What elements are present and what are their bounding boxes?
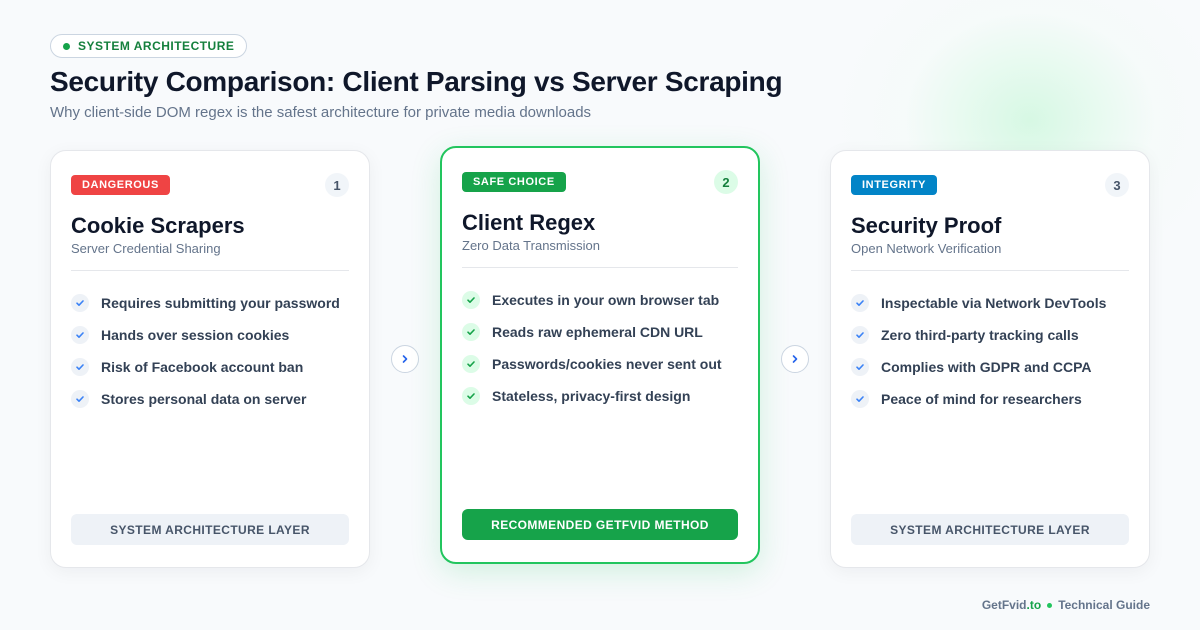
list-item-text: Zero third-party tracking calls (881, 327, 1079, 343)
list-item: Stateless, privacy-first design (462, 380, 738, 412)
list-item: Peace of mind for researchers (851, 383, 1129, 415)
check-icon (851, 358, 869, 376)
list-item: Zero third-party tracking calls (851, 319, 1129, 351)
page-title: Security Comparison: Client Parsing vs S… (50, 66, 783, 97)
brand-logo-text[interactable]: GetFvid.to (982, 598, 1041, 612)
list-item: Risk of Facebook account ban (71, 351, 349, 383)
list-item-text: Peace of mind for researchers (881, 391, 1082, 407)
check-icon (851, 390, 869, 408)
status-dot-icon (63, 42, 70, 50)
card-subtitle: Zero Data Transmission (462, 238, 600, 253)
page-subtitle: Why client-side DOM regex is the safest … (50, 104, 592, 121)
architecture-layer-button[interactable]: SYSTEM ARCHITECTURE LAYER (71, 514, 349, 545)
check-icon (462, 355, 480, 373)
list-item: Hands over session cookies (71, 319, 349, 351)
list-item-text: Executes in your own browser tab (492, 292, 720, 308)
section-pill-label: SYSTEM ARCHITECTURE (78, 39, 235, 53)
check-icon (71, 326, 89, 344)
card-divider (71, 270, 349, 271)
list-item: Executes in your own browser tab (462, 284, 738, 316)
card-title: Security Proof (851, 213, 1002, 238)
check-icon (851, 326, 869, 344)
list-item-text: Risk of Facebook account ban (101, 359, 304, 375)
list-item-text: Stores personal data on server (101, 391, 307, 407)
check-icon (462, 291, 480, 309)
check-icon (71, 294, 89, 312)
list-item-text: Stateless, privacy-first design (492, 388, 691, 404)
list-item-text: Passwords/cookies never sent out (492, 356, 722, 372)
card-security-proof: INTEGRITY 3 Security Proof Open Network … (830, 150, 1150, 568)
brand-tld: .to (1026, 598, 1042, 612)
dot-icon (1047, 602, 1053, 608)
recommended-method-button[interactable]: RECOMMENDED GETFVID METHOD (462, 509, 738, 540)
step-number: 2 (714, 170, 738, 194)
card-title: Cookie Scrapers (71, 213, 245, 238)
list-item: Passwords/cookies never sent out (462, 348, 738, 380)
check-icon (851, 294, 869, 312)
card-client-regex: SAFE CHOICE 2 Client Regex Zero Data Tra… (440, 146, 760, 564)
chevron-right-icon[interactable] (781, 345, 809, 373)
feature-list: Requires submitting your password Hands … (71, 287, 349, 415)
feature-list: Executes in your own browser tab Reads r… (462, 284, 738, 412)
list-item-text: Requires submitting your password (101, 295, 340, 311)
integrity-badge: INTEGRITY (851, 175, 938, 195)
guide-label: Technical Guide (1058, 598, 1150, 612)
chevron-right-icon[interactable] (391, 345, 419, 373)
brand-name: GetFvid (981, 598, 1027, 612)
section-pill: SYSTEM ARCHITECTURE (50, 34, 248, 58)
architecture-layer-button[interactable]: SYSTEM ARCHITECTURE LAYER (851, 514, 1129, 545)
list-item-text: Inspectable via Network DevTools (881, 295, 1107, 311)
check-icon (462, 387, 480, 405)
list-item-text: Hands over session cookies (101, 327, 290, 343)
card-subtitle: Open Network Verification (851, 241, 1002, 256)
safe-badge: SAFE CHOICE (462, 172, 566, 192)
feature-list: Inspectable via Network DevTools Zero th… (851, 287, 1129, 415)
card-cookie-scrapers: DANGEROUS 1 Cookie Scrapers Server Crede… (50, 150, 370, 568)
list-item: Complies with GDPR and CCPA (851, 351, 1129, 383)
list-item: Inspectable via Network DevTools (851, 287, 1129, 319)
check-icon (71, 358, 89, 376)
card-divider (462, 267, 738, 268)
list-item: Reads raw ephemeral CDN URL (462, 316, 738, 348)
check-icon (71, 390, 89, 408)
list-item-text: Reads raw ephemeral CDN URL (492, 324, 703, 340)
card-divider (851, 270, 1129, 271)
check-icon (462, 323, 480, 341)
card-subtitle: Server Credential Sharing (71, 241, 221, 256)
danger-badge: DANGEROUS (71, 175, 170, 195)
list-item-text: Complies with GDPR and CCPA (881, 359, 1092, 375)
list-item: Requires submitting your password (71, 287, 349, 319)
card-title: Client Regex (462, 210, 596, 235)
list-item: Stores personal data on server (71, 383, 349, 415)
step-number: 1 (325, 173, 349, 197)
step-number: 3 (1105, 173, 1129, 197)
brand-footer: GetFvid.to Technical Guide (982, 598, 1150, 612)
